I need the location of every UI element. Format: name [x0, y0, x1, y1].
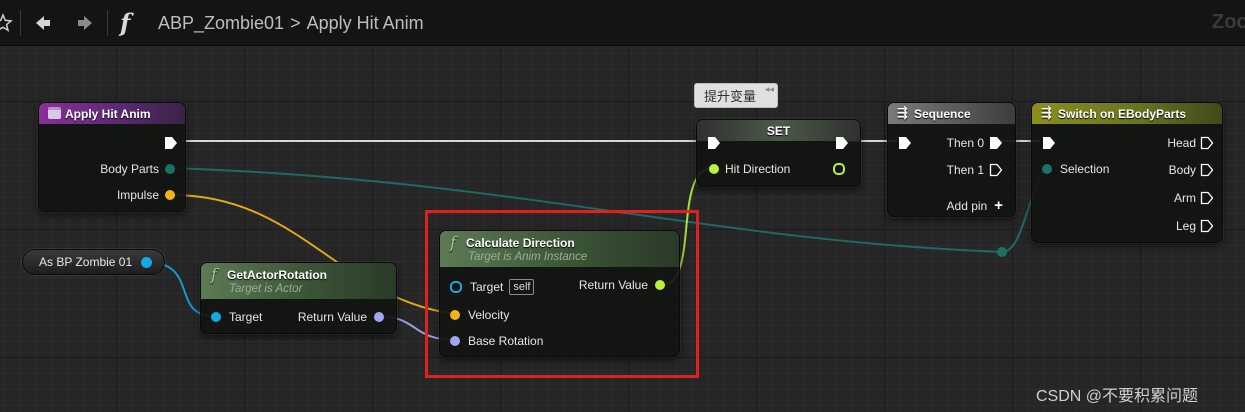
- star-icon[interactable]: [0, 8, 14, 38]
- node-title: Sequence: [914, 106, 971, 121]
- then0-pin[interactable]: Then 0: [947, 136, 1003, 150]
- sequence-node[interactable]: ⇶ Sequence Then 0 Then 1 Add pin +: [887, 102, 1016, 217]
- breadcrumb-blueprint[interactable]: ABP_Zombie01: [158, 13, 284, 33]
- function-icon: f: [120, 8, 131, 37]
- exec-out-pin[interactable]: [1200, 163, 1214, 177]
- head-pin[interactable]: Head: [1167, 136, 1214, 150]
- switch-on-ebodyparts-node[interactable]: ⇶ Switch on EBodyParts Selection Head Bo…: [1031, 102, 1223, 243]
- target-pin[interactable]: Target: [211, 310, 262, 324]
- leg-pin[interactable]: Leg: [1176, 219, 1214, 233]
- rotator-pin-icon[interactable]: [374, 312, 384, 322]
- node-subtitle: Target is Actor: [229, 283, 303, 295]
- node-header[interactable]: f GetActorRotation Target is Actor: [201, 263, 396, 299]
- exec-out-pin[interactable]: [1200, 219, 1214, 233]
- highlight-box: [425, 210, 699, 378]
- back-arrow-icon[interactable]: [30, 8, 56, 38]
- exec-in-pin[interactable]: [707, 136, 721, 150]
- set-node[interactable]: SET Hit Direction: [696, 119, 861, 187]
- float-pin-icon[interactable]: [709, 164, 719, 174]
- arm-pin[interactable]: Arm: [1174, 191, 1214, 205]
- float-pin-icon[interactable]: [165, 190, 175, 200]
- selection-pin[interactable]: Selection: [1042, 162, 1109, 176]
- forward-arrow-icon[interactable]: [72, 8, 98, 38]
- pin-label: Body: [1168, 163, 1196, 177]
- pin-label: Target: [229, 310, 263, 324]
- breadcrumb: ABP_Zombie01 > Apply Hit Anim: [158, 13, 424, 34]
- event-icon: [48, 107, 61, 119]
- apply-hit-anim-node[interactable]: Apply Hit Anim Body Parts Impulse: [38, 102, 186, 212]
- then1-pin[interactable]: Then 1: [947, 163, 1003, 177]
- plus-icon[interactable]: +: [994, 197, 1003, 214]
- body-pin[interactable]: Body: [1169, 163, 1214, 177]
- toolbar: f ABP_Zombie01 > Apply Hit Anim Zoo: [0, 0, 1245, 46]
- object-pin-icon[interactable]: [141, 257, 152, 268]
- node-label: As BP Zombie 01: [39, 255, 133, 269]
- add-pin-button[interactable]: Add pin +: [947, 197, 1003, 214]
- breadcrumb-function[interactable]: Apply Hit Anim: [307, 13, 424, 33]
- wire-reroute-knot: [997, 247, 1007, 257]
- tooltip-icon: ◂◂: [764, 84, 774, 94]
- zoom-label: Zoo: [1212, 11, 1245, 33]
- exec-in-pin[interactable]: [898, 136, 912, 150]
- hit-direction-pin[interactable]: Hit Direction: [709, 162, 790, 176]
- exec-out-pin[interactable]: [1200, 136, 1214, 150]
- pin-label: Impulse: [116, 188, 159, 202]
- exec-in-pin[interactable]: [1042, 136, 1056, 150]
- pin-label: Hit Direction: [725, 162, 791, 176]
- sequence-icon: ⇶: [897, 105, 908, 120]
- exec-out-pin[interactable]: [164, 136, 178, 150]
- toolbar-separator: [20, 10, 21, 36]
- pin-label: Selection: [1060, 162, 1110, 176]
- as-bp-zombie-node[interactable]: As BP Zombie 01: [22, 249, 165, 275]
- pin-label: Then 1: [946, 163, 984, 177]
- node-title: SET: [766, 123, 791, 138]
- node-title: Switch on EBodyParts: [1058, 106, 1187, 121]
- toolbar-separator: [107, 10, 108, 36]
- impulse-pin[interactable]: Impulse: [117, 188, 175, 202]
- node-header[interactable]: ⇶ Switch on EBodyParts: [1032, 103, 1222, 124]
- node-title: GetActorRotation: [227, 268, 327, 282]
- promote-variable-tooltip[interactable]: 提升变量 ◂◂: [694, 83, 778, 108]
- pin-label: Add pin: [946, 198, 988, 213]
- node-header[interactable]: Apply Hit Anim: [39, 103, 185, 124]
- pin-label: Return Value: [297, 310, 367, 324]
- pin-label: Head: [1167, 136, 1196, 150]
- function-icon: f: [211, 265, 217, 284]
- get-actor-rotation-node[interactable]: f GetActorRotation Target is Actor Targe…: [200, 262, 397, 334]
- exec-out-pin[interactable]: [835, 136, 849, 150]
- tooltip-label: 提升变量: [704, 89, 757, 104]
- breadcrumb-separator: >: [290, 13, 301, 33]
- node-header[interactable]: ⇶ Sequence: [888, 103, 1015, 124]
- node-title: Apply Hit Anim: [65, 106, 151, 121]
- pin-label: Body Parts: [100, 162, 159, 176]
- body-parts-pin[interactable]: Body Parts: [100, 162, 175, 176]
- return-value-pin[interactable]: Return Value: [298, 310, 384, 324]
- exec-out-pin[interactable]: [989, 163, 1003, 177]
- switch-icon: ⇶: [1041, 105, 1052, 120]
- pin-label: Arm: [1174, 191, 1196, 205]
- float-out-pin-icon[interactable]: [833, 163, 845, 175]
- object-pin-icon[interactable]: [211, 312, 221, 322]
- watermark: CSDN @不要积累问题: [1036, 388, 1199, 405]
- pin-label: Then 0: [946, 136, 984, 150]
- pin-label: Leg: [1175, 219, 1196, 233]
- struct-pin-icon[interactable]: [165, 164, 175, 174]
- struct-pin-icon[interactable]: [1042, 164, 1052, 174]
- exec-out-pin[interactable]: [1200, 191, 1214, 205]
- exec-out-pin[interactable]: [989, 136, 1003, 150]
